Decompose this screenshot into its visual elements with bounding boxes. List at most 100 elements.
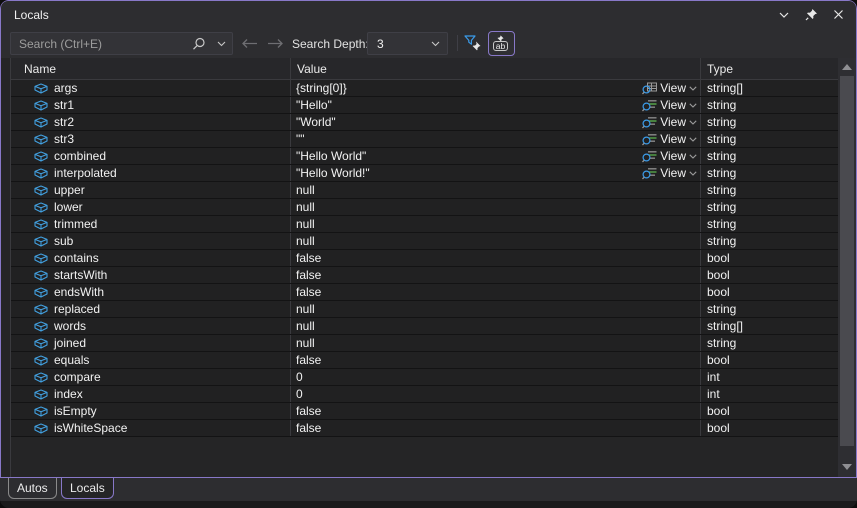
scroll-down-button[interactable] (838, 459, 856, 475)
tab-locals[interactable]: Locals (61, 478, 114, 499)
text-visualizer-icon (642, 116, 657, 129)
column-header-type[interactable]: Type (701, 58, 838, 80)
variable-name: isWhiteSpace (54, 421, 127, 435)
variable-type: bool (707, 251, 730, 265)
variable-type: bool (707, 421, 730, 435)
search-back-button[interactable] (241, 36, 259, 50)
search-button[interactable] (188, 33, 210, 54)
variable-icon (34, 389, 48, 400)
table-row[interactable]: replaced null string (11, 301, 838, 318)
variable-type: string (707, 166, 736, 180)
variable-type: bool (707, 404, 730, 418)
table-row[interactable]: interpolated "Hello World!" View string (11, 165, 838, 182)
value-cell: ""View (291, 131, 701, 147)
variable-icon (34, 321, 48, 332)
locals-tool-window: Locals (0, 0, 857, 508)
table-row[interactable]: equalsfalsebool (11, 352, 838, 369)
window-position-button[interactable] (773, 4, 795, 25)
value-cell: "Hello"View (291, 97, 701, 113)
arrow-left-icon (241, 38, 258, 49)
search-box (10, 32, 233, 55)
view-visualizer-button[interactable]: View (642, 97, 697, 113)
table-row[interactable]: uppernullstring (11, 182, 838, 199)
variable-name: interpolated (54, 166, 117, 180)
table-row[interactable]: wordsnullstring[] (11, 318, 838, 335)
table-row[interactable]: joinednullstring (11, 335, 838, 352)
view-visualizer-button[interactable]: View (642, 165, 697, 181)
search-input[interactable] (11, 37, 188, 51)
pin-button[interactable] (800, 4, 822, 25)
variable-icon (34, 253, 48, 264)
variable-name: combined (54, 149, 106, 163)
text-visualizer-icon (642, 167, 657, 180)
chevron-down-icon (689, 103, 697, 108)
type-cell: string (701, 199, 838, 215)
value-cell: "Hello World!" View (291, 165, 701, 181)
table-row[interactable]: isEmptyfalsebool (11, 403, 838, 420)
value-cell: 0 (291, 369, 701, 385)
table-row[interactable]: startsWithfalsebool (11, 267, 838, 284)
variable-value: null (296, 302, 315, 316)
type-cell: string (701, 216, 838, 232)
table-row[interactable]: isWhiteSpace false bool (11, 420, 838, 437)
variable-icon (34, 185, 48, 196)
grid-visualizer-icon (642, 82, 657, 95)
table-row[interactable]: endsWithfalsebool (11, 284, 838, 301)
variable-value: false (296, 353, 321, 367)
table-rows: args{string[0]}Viewstring[]str1"Hello"Vi… (11, 80, 838, 437)
value-cell: 0 (291, 386, 701, 402)
vertical-scrollbar[interactable] (838, 58, 856, 477)
table-row[interactable]: str3 ""Viewstring (11, 131, 838, 148)
column-header-value[interactable]: Value (291, 58, 701, 80)
type-cell: bool (701, 250, 838, 266)
type-cell: bool (701, 420, 838, 436)
scrollbar-thumb[interactable] (840, 76, 854, 446)
table-row[interactable]: subnullstring (11, 233, 838, 250)
table-row[interactable]: lowernullstring (11, 199, 838, 216)
table-row[interactable]: args{string[0]}Viewstring[] (11, 80, 838, 97)
view-visualizer-button[interactable]: View (642, 131, 697, 147)
table-row[interactable]: str1"Hello"Viewstring (11, 97, 838, 114)
variable-value: false (296, 404, 321, 418)
filter-pinned-button[interactable] (461, 33, 485, 54)
search-forward-button[interactable] (267, 36, 285, 50)
close-button[interactable] (827, 4, 849, 25)
value-cell: false (291, 420, 701, 436)
type-cell: string (701, 301, 838, 317)
view-visualizer-button[interactable]: View (642, 80, 697, 96)
type-cell: int (701, 386, 838, 402)
value-cell: null (291, 318, 701, 334)
tab-label: Locals (70, 481, 105, 495)
search-depth-combobox[interactable]: 3 (367, 32, 448, 55)
title-bar-buttons (773, 4, 849, 25)
pinnable-properties-toggle[interactable]: ab (488, 31, 515, 56)
table-row[interactable]: combined"Hello World"Viewstring (11, 148, 838, 165)
search-options-button[interactable] (210, 33, 232, 54)
table-row[interactable]: index0int (11, 386, 838, 403)
variable-name: str3 (54, 132, 74, 146)
table-row[interactable]: trimmednullstring (11, 216, 838, 233)
text-visualizer-icon (642, 99, 657, 112)
type-cell: bool (701, 267, 838, 283)
table-row[interactable]: str2"World"Viewstring (11, 114, 838, 131)
variable-icon (34, 219, 48, 230)
chevron-down-icon (689, 120, 697, 125)
name-cell: str3 (11, 131, 291, 147)
tab-autos[interactable]: Autos (8, 478, 57, 499)
value-cell: false (291, 352, 701, 368)
column-header-name[interactable]: Name (11, 58, 291, 80)
type-cell: string (701, 131, 838, 147)
chevron-down-icon (689, 171, 697, 176)
value-cell: null (291, 199, 701, 215)
variable-name: endsWith (54, 285, 104, 299)
name-cell: replaced (11, 301, 291, 317)
variable-value: "Hello World!" (296, 166, 370, 180)
variable-value: null (296, 319, 315, 333)
view-visualizer-button[interactable]: View (642, 148, 697, 164)
table-row[interactable]: compare0int (11, 369, 838, 386)
type-cell: string (701, 97, 838, 113)
name-cell: contains (11, 250, 291, 266)
scroll-up-button[interactable] (838, 59, 856, 75)
table-row[interactable]: containsfalsebool (11, 250, 838, 267)
view-visualizer-button[interactable]: View (642, 114, 697, 130)
